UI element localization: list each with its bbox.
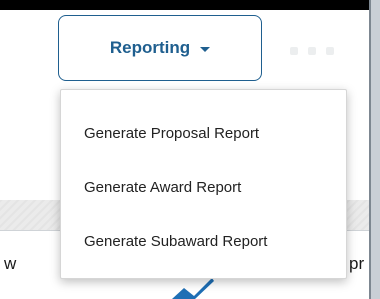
faded-toolbar-icons (290, 42, 360, 55)
row-text-fragment: w (4, 254, 17, 273)
faded-icon (308, 47, 316, 55)
menu-item-generate-subaward-report[interactable]: Generate Subaward Report (61, 224, 346, 258)
reporting-button-label: Reporting (109, 38, 191, 57)
window-right-edge (370, 0, 380, 299)
menu-item-generate-proposal-report[interactable]: Generate Proposal Report (61, 116, 346, 150)
row-text-fragment-right: pr (349, 254, 365, 273)
chevron-down-icon (200, 46, 211, 52)
reporting-dropdown-menu: Generate Proposal Report Generate Award … (60, 89, 347, 279)
reporting-dropdown-button[interactable]: Reporting (58, 15, 262, 81)
checkmark-icon (172, 278, 214, 299)
faded-icon (290, 47, 298, 55)
menu-item-generate-award-report[interactable]: Generate Award Report (61, 170, 346, 204)
window-right-border (369, 0, 371, 299)
faded-icon (326, 47, 334, 55)
window-top-border (0, 0, 370, 10)
